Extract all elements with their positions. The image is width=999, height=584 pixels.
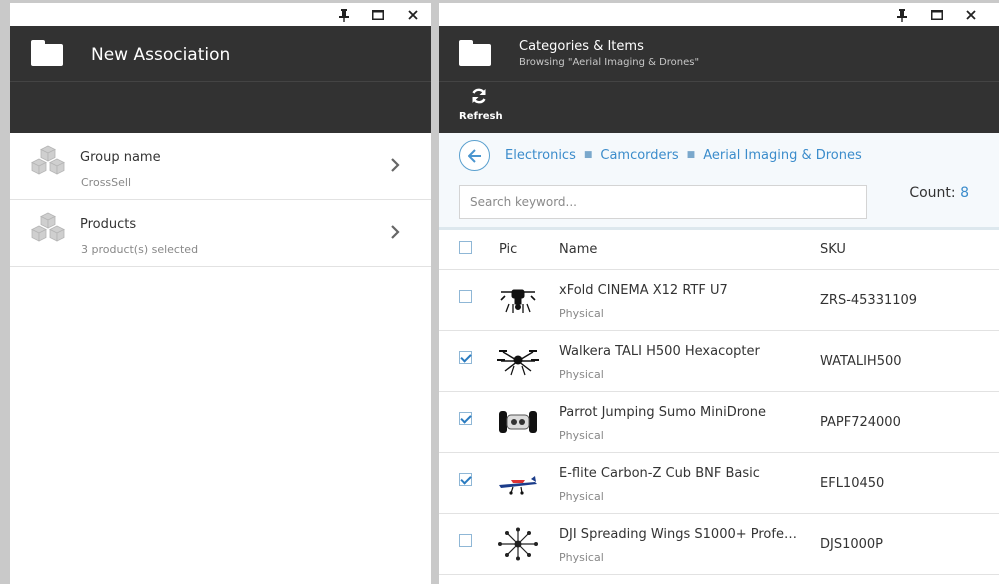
blade-header: Categories & Items Browsing "Aerial Imag… [439, 26, 999, 133]
list-item-products[interactable]: Products 3 product(s) selected [10, 200, 431, 267]
folder-icon [31, 40, 63, 66]
row-type: Physical [559, 551, 604, 564]
breadcrumb-camcorders[interactable]: Camcorders [600, 148, 678, 163]
row-sku: EFL10450 [820, 476, 885, 491]
rc-airplane-image [499, 476, 537, 495]
list-item-group-name[interactable]: Group name CrossSell [10, 133, 431, 200]
drone-spider-octocopter-image [498, 527, 538, 561]
row-type: Physical [559, 490, 604, 503]
row-name: DJI Spreading Wings S1000+ Profes… [559, 527, 799, 542]
maximize-icon[interactable] [368, 6, 388, 24]
header-divider [10, 81, 431, 82]
item-count: Count: 8 [909, 185, 969, 201]
close-icon[interactable] [403, 6, 423, 24]
row-checkbox[interactable] [459, 290, 472, 303]
blade-title: New Association [91, 45, 231, 65]
folder-icon [459, 40, 491, 66]
blade-categories-items: Categories & Items Browsing "Aerial Imag… [439, 3, 999, 584]
count-label: Count: [909, 185, 956, 201]
row-checkbox[interactable] [459, 351, 472, 364]
drone-hexacopter-image [497, 350, 539, 376]
chevron-right-icon [391, 225, 400, 239]
breadcrumb-separator: ■ [686, 150, 696, 160]
table-row[interactable]: Walkera TALI H500 Hexacopter Physical WA… [439, 331, 999, 392]
blade-title: Categories & Items [519, 39, 644, 54]
column-header-sku: SKU [820, 242, 846, 257]
drone-octocopter-image [500, 289, 536, 313]
header-divider [439, 81, 999, 82]
row-checkbox[interactable] [459, 534, 472, 547]
window-bar [10, 3, 431, 26]
row-type: Physical [559, 307, 604, 320]
row-name: E-flite Carbon-Z Cub BNF Basic [559, 466, 760, 481]
breadcrumb: Electronics ■ Camcorders ■ Aerial Imaging & … [505, 148, 862, 163]
cubes-icon [31, 145, 65, 175]
row-type: Physical [559, 429, 604, 442]
row-checkbox[interactable] [459, 473, 472, 486]
column-header-name: Name [559, 242, 598, 257]
pin-icon[interactable] [892, 6, 912, 24]
navigation-area: Electronics ■ Camcorders ■ Aerial Imaging & … [439, 133, 999, 230]
row-sku: ZRS-45331109 [820, 293, 918, 308]
table-row[interactable]: DJI Spreading Wings S1000+ Profes… Physi… [439, 514, 999, 575]
back-button[interactable] [459, 140, 490, 171]
count-value: 8 [960, 185, 969, 201]
maximize-icon[interactable] [927, 6, 947, 24]
blade-header: New Association [10, 26, 431, 133]
table-header: Pic Name SKU [439, 230, 999, 270]
refresh-icon [459, 87, 499, 109]
column-header-pic: Pic [499, 242, 518, 257]
row-checkbox[interactable] [459, 412, 472, 425]
chevron-right-icon [391, 158, 400, 172]
row-name: Parrot Jumping Sumo MiniDrone [559, 405, 766, 420]
list-item-title: Products [80, 217, 137, 232]
blade-subtitle: Browsing "Aerial Imaging & Drones" [519, 57, 700, 68]
row-sku: WATALIH500 [820, 354, 902, 369]
refresh-label: Refresh [459, 111, 503, 122]
breadcrumb-aerial-imaging[interactable]: Aerial Imaging & Drones [703, 148, 862, 163]
close-icon[interactable] [961, 6, 981, 24]
table-row[interactable]: xFold CINEMA X12 RTF U7 Physical ZRS-453… [439, 270, 999, 331]
table-row[interactable]: Parrot Jumping Sumo MiniDrone Physical P… [439, 392, 999, 453]
row-sku: PAPF724000 [820, 415, 901, 430]
window-bar [439, 3, 999, 26]
refresh-button[interactable]: Refresh [459, 87, 503, 122]
list-item-subtitle: CrossSell [81, 176, 132, 189]
pin-icon[interactable] [334, 6, 354, 24]
row-type: Physical [559, 368, 604, 381]
list-item-subtitle: 3 product(s) selected [81, 243, 199, 256]
breadcrumb-electronics[interactable]: Electronics [505, 148, 576, 163]
list-item-title: Group name [80, 150, 161, 165]
cubes-icon [31, 212, 65, 242]
row-name: xFold CINEMA X12 RTF U7 [559, 283, 728, 298]
breadcrumb-separator: ■ [583, 150, 593, 160]
row-name: Walkera TALI H500 Hexacopter [559, 344, 760, 359]
minidrone-image [499, 411, 537, 433]
blade-new-association: New Association Group name CrossSell Pro… [10, 3, 431, 584]
arrow-left-icon [467, 148, 481, 163]
select-all-checkbox[interactable] [459, 241, 472, 254]
row-sku: DJS1000P [820, 537, 884, 552]
search-input[interactable] [459, 185, 867, 219]
table-row[interactable]: E-flite Carbon-Z Cub BNF Basic Physical … [439, 453, 999, 514]
